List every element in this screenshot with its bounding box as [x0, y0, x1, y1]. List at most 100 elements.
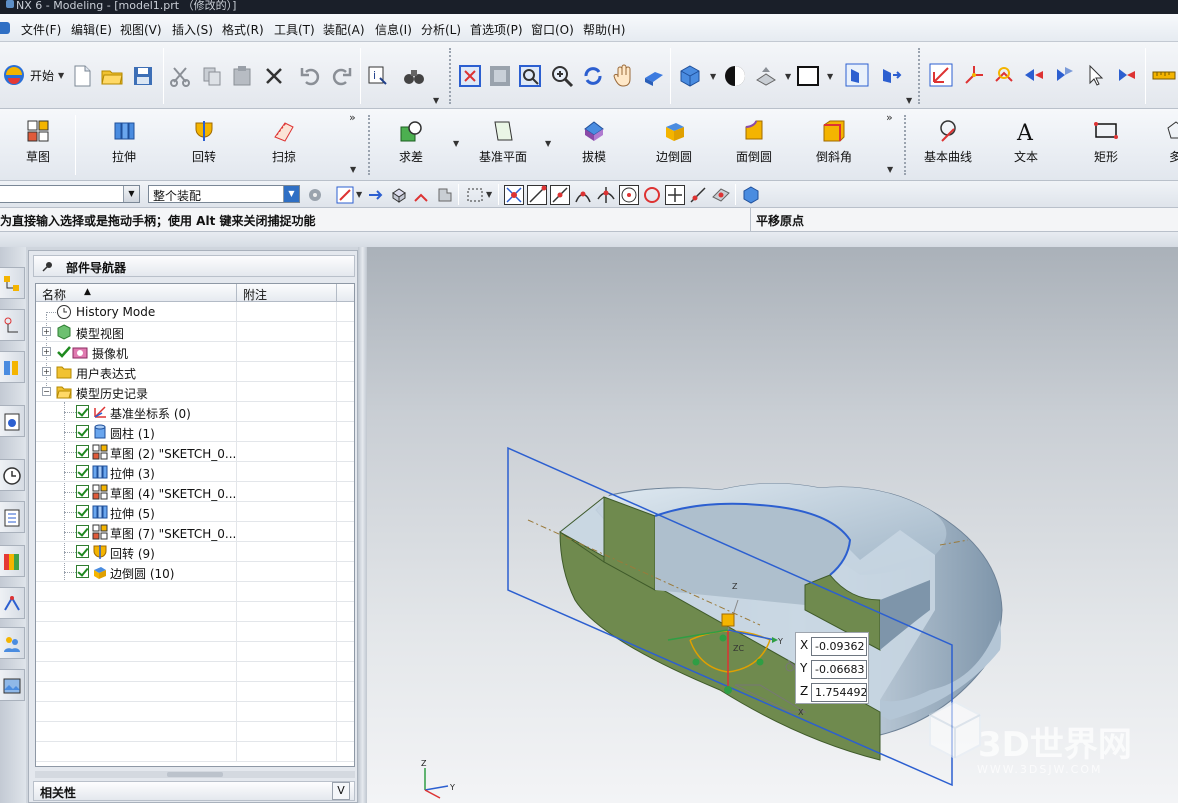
chevron-right-icon[interactable]: »	[349, 111, 356, 124]
arc-center-icon[interactable]	[619, 185, 639, 205]
existing-point-icon[interactable]	[665, 185, 685, 205]
wcs-origin-icon[interactable]	[962, 63, 986, 87]
polygon-button[interactable]: 多	[1150, 113, 1178, 173]
select-features-icon[interactable]	[336, 186, 354, 204]
panel-splitter[interactable]	[35, 771, 355, 778]
toolbar-overflow-icon[interactable]: ▼	[887, 165, 893, 174]
point-on-face-icon[interactable]	[711, 185, 731, 205]
save-icon[interactable]	[131, 64, 155, 88]
visibility-checkbox[interactable]	[76, 485, 89, 498]
history-tab[interactable]	[0, 459, 25, 491]
paste-icon[interactable]	[230, 64, 254, 88]
z-input[interactable]: 1.754492	[811, 683, 867, 702]
perspective-icon[interactable]	[642, 64, 666, 88]
link-icon[interactable]	[366, 186, 384, 204]
chevron-right-icon[interactable]: »	[886, 111, 893, 124]
shaded-cube-icon[interactable]	[678, 64, 702, 88]
system-materials-tab[interactable]	[0, 501, 25, 533]
section-view-icon[interactable]	[754, 64, 778, 88]
intersection-icon[interactable]	[596, 185, 616, 205]
info-icon[interactable]: i	[366, 64, 390, 88]
datum-dropdown-icon[interactable]: ▼	[545, 139, 551, 148]
constraint-navigator-tab[interactable]	[0, 309, 25, 341]
wcs-display-icon[interactable]	[845, 63, 869, 87]
menu-help[interactable]: 帮助(H)	[583, 21, 625, 38]
open-folder-icon[interactable]	[100, 64, 124, 88]
x-input[interactable]: -0.09362	[811, 637, 867, 656]
subtract-button[interactable]: 求差	[383, 113, 439, 173]
column-divider[interactable]	[336, 284, 337, 302]
expand-icon[interactable]: +	[42, 347, 51, 356]
sweep-button[interactable]: 扫掠	[256, 113, 312, 173]
background-icon[interactable]	[796, 64, 820, 88]
toolbar-grip[interactable]	[918, 48, 921, 104]
collapse-icon[interactable]: −	[42, 387, 51, 396]
point-on-curve-icon[interactable]	[688, 185, 708, 205]
dependencies-header[interactable]: 相关性 V	[33, 781, 355, 801]
wcs-dynamics-icon[interactable]	[929, 63, 953, 87]
rectangle-button[interactable]: 矩形	[1078, 113, 1134, 173]
filter-settings-icon[interactable]	[306, 186, 324, 204]
csys-icon[interactable]	[1022, 63, 1046, 87]
extrude-button[interactable]: 拉伸	[96, 113, 152, 173]
assembly-navigator-tab[interactable]	[0, 267, 25, 299]
select-mode-dropdown-icon[interactable]: ▼	[486, 190, 492, 199]
menu-insert[interactable]: 插入(S)	[172, 21, 213, 38]
tree-row-edge-blend-10[interactable]: 边倒圆 (10)	[36, 562, 354, 582]
csys-save-icon[interactable]	[1053, 63, 1077, 87]
sketch-button[interactable]: 草图	[10, 113, 66, 173]
endpoint-icon[interactable]	[527, 185, 547, 205]
system-scene-tab[interactable]	[0, 669, 25, 701]
boolean-dropdown-icon[interactable]: ▼	[453, 139, 459, 148]
undo-icon[interactable]	[298, 64, 322, 88]
delete-icon[interactable]	[262, 64, 286, 88]
rectangle-select-icon[interactable]	[466, 186, 484, 204]
tree-row-cameras[interactable]: + 摄像机	[36, 342, 354, 362]
snap-point-icon[interactable]	[504, 185, 524, 205]
visibility-checkbox[interactable]	[76, 465, 89, 478]
tree-row-history-mode[interactable]: History Mode	[36, 302, 354, 322]
control-point-icon[interactable]	[573, 185, 593, 205]
tree-row-model-views[interactable]: + 模型视图	[36, 322, 354, 342]
cut-icon[interactable]	[168, 64, 192, 88]
wcs-orient-icon[interactable]	[878, 63, 902, 87]
menu-tools[interactable]: 工具(T)	[274, 21, 315, 38]
part-navigator-tab[interactable]	[0, 351, 25, 383]
tree-row-user-expressions[interactable]: + 用户表达式	[36, 362, 354, 382]
midpoint-icon[interactable]	[550, 185, 570, 205]
start-icon[interactable]	[2, 63, 26, 87]
measure-icon[interactable]	[1152, 63, 1176, 87]
menu-file[interactable]: 文件(F)	[21, 21, 61, 38]
select-arrow-icon[interactable]	[1085, 63, 1109, 87]
wcs-rotate-icon[interactable]	[992, 63, 1016, 87]
redo-icon[interactable]	[330, 64, 354, 88]
graphics-window[interactable]: Z Y X ZC Z Y 3D世界网 WWW.3DSJW.COM	[367, 247, 1178, 803]
tree-row-extrude-5[interactable]: 拉伸 (5)	[36, 502, 354, 522]
chevron-down-icon[interactable]: V	[332, 782, 350, 800]
body-select-icon[interactable]	[390, 186, 408, 204]
tree-row-sketch-2[interactable]: 草图 (2) "SKETCH_0...	[36, 442, 354, 462]
select-dropdown-icon[interactable]: ▼	[356, 190, 362, 199]
toolbar-overflow-icon[interactable]: ▼	[350, 165, 356, 174]
visibility-checkbox[interactable]	[76, 505, 89, 518]
visibility-checkbox[interactable]	[76, 565, 89, 578]
menu-analysis[interactable]: 分析(L)	[421, 21, 461, 38]
new-file-icon[interactable]	[70, 64, 94, 88]
section-dropdown-icon[interactable]: ▼	[785, 72, 791, 81]
snap-settings-icon[interactable]	[741, 185, 761, 205]
menu-info[interactable]: 信息(I)	[375, 21, 412, 38]
visibility-checkbox[interactable]	[76, 405, 89, 418]
toolbar-overflow-icon[interactable]: ▼	[433, 96, 439, 105]
start-label[interactable]: 开始	[30, 67, 54, 84]
tree-row-extrude-3[interactable]: 拉伸 (3)	[36, 462, 354, 482]
zoom-region-icon[interactable]	[518, 64, 542, 88]
toolbar-grip[interactable]	[904, 115, 907, 175]
visibility-checkbox[interactable]	[76, 425, 89, 438]
expand-icon[interactable]: +	[42, 367, 51, 376]
vertical-splitter[interactable]	[358, 247, 367, 803]
render-style-dropdown-icon[interactable]: ▼	[710, 72, 716, 81]
binoculars-icon[interactable]	[402, 64, 426, 88]
rotate-icon[interactable]	[581, 64, 605, 88]
nx-logo-icon[interactable]	[0, 22, 10, 34]
menu-view[interactable]: 视图(V)	[120, 21, 162, 38]
